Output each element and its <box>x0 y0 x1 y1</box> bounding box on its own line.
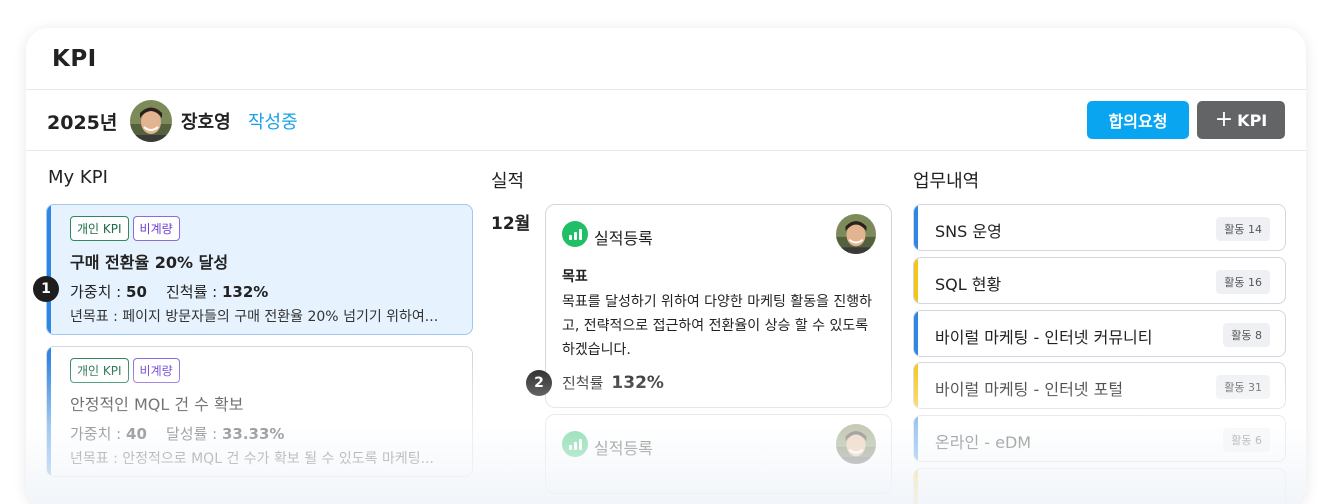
work-item-label: SQL 현황 <box>935 275 1002 294</box>
weight-value: 50 <box>126 283 147 301</box>
kpi-card[interactable]: 개인 KPI 비계량 안정적인 MQL 건 수 확보 가중치 : 40 달성률 … <box>46 346 473 477</box>
activity-count-badge: 활동 16 <box>1216 270 1270 294</box>
request-agreement-label: 합의요청 <box>1108 112 1168 131</box>
progress-value: 132% <box>221 283 269 301</box>
weight-value: 40 <box>126 425 147 443</box>
work-item[interactable]: SNS 운영 활동 14 <box>913 204 1286 251</box>
work-item[interactable]: 바이럴 마케팅 - 인터넷 포털 활동 31 <box>913 362 1286 409</box>
bar-chart-icon <box>562 221 588 247</box>
work-item-accent <box>914 363 918 408</box>
kpi-card-accent <box>47 347 51 476</box>
performance-avatar <box>836 424 876 464</box>
performance-progress-label: 진척률 <box>562 374 604 392</box>
info-bar: 2025년 장호영 작성중 합의요청 + KPI <box>26 90 1306 151</box>
kpi-card[interactable]: 개인 KPI 비계량 구매 전환율 20% 달성 가중치 : 50 진척률 : … <box>46 204 473 335</box>
progress-label: 진척률 : <box>165 283 218 301</box>
work-item[interactable]: 바이럴 마케팅 - 인터넷 커뮤니티 활동 8 <box>913 310 1286 357</box>
kpi-type-tag: 개인 KPI <box>70 216 129 241</box>
work-item-label: SNS 운영 <box>935 222 1002 241</box>
kpi-window: KPI 2025년 장호영 작성중 합의요청 + KPI My KPI 개인 K… <box>26 28 1306 504</box>
activity-count-badge: 활동 14 <box>1216 217 1270 241</box>
activity-count-badge: 활동 31 <box>1216 375 1270 399</box>
work-item-accent <box>914 311 918 356</box>
goal-text: 목표를 달성하기 위하여 다양한 마케팅 활동을 진행하고, 전략적으로 접근하… <box>562 294 873 358</box>
work-item-accent <box>914 469 918 504</box>
work-item-accent <box>914 205 918 250</box>
work-item-label: 온라인 - eDM <box>935 433 1032 452</box>
kpi-title: 안정적인 MQL 건 수 확보 <box>70 395 244 414</box>
kpi-type-tag: 개인 KPI <box>70 358 129 383</box>
request-agreement-button[interactable]: 합의요청 <box>1087 101 1189 139</box>
kpi-measure-tag: 비계량 <box>132 358 180 383</box>
work-item[interactable]: 온라인 - eDM 활동 6 <box>913 415 1286 462</box>
kpi-card-accent <box>47 205 51 334</box>
work-item-label: 바이럴 마케팅 - 인터넷 포털 <box>935 380 1124 399</box>
kpi-tags: 개인 KPI 비계량 <box>70 216 180 241</box>
work-item-accent <box>914 258 918 303</box>
add-kpi-label: KPI <box>1237 110 1268 130</box>
kpi-goal: 년목표 : 페이지 방문자들의 구매 전환율 20% 넘기기 위하여... <box>70 309 439 325</box>
user-name: 장호영 <box>181 112 231 133</box>
performance-title: 실적 <box>491 171 525 192</box>
work-item[interactable] <box>913 468 1286 504</box>
weight-label: 가중치 : <box>70 425 122 443</box>
step-marker-1: 1 <box>33 276 59 302</box>
work-item-label: 바이럴 마케팅 - 인터넷 커뮤니티 <box>935 328 1153 347</box>
year-label: 2025년 <box>47 112 118 134</box>
work-item-accent <box>914 416 918 461</box>
performance-card[interactable]: 실적등록 <box>545 414 892 494</box>
add-kpi-button[interactable]: + KPI <box>1197 101 1285 139</box>
progress-label: 달성률 : <box>165 425 218 443</box>
status-text: 작성중 <box>248 112 298 133</box>
user-avatar <box>130 100 172 142</box>
kpi-title: 구매 전환율 20% 달성 <box>70 253 229 272</box>
kpi-measure-tag: 비계량 <box>132 216 180 241</box>
plus-icon: + <box>1214 107 1234 132</box>
progress-value: 33.33% <box>221 425 285 443</box>
activity-count-badge: 활동 6 <box>1223 428 1270 452</box>
weight-label: 가중치 : <box>70 283 122 301</box>
kpi-goal: 년목표 : 안정적으로 MQL 건 수가 확보 될 수 있도록 마케팅... <box>70 451 434 467</box>
step-marker-2: 2 <box>526 370 552 396</box>
kpi-tags: 개인 KPI 비계량 <box>70 358 180 383</box>
bar-chart-icon <box>562 431 588 457</box>
performance-heading: 실적등록 <box>594 439 653 458</box>
performance-progress: 진척률 132% <box>562 372 664 393</box>
activity-count-badge: 활동 8 <box>1223 323 1270 347</box>
performance-card[interactable]: 실적등록 목표 목표를 달성하기 위하여 다양한 마케팅 활동을 진행하고, 전… <box>545 204 892 408</box>
performance-heading: 실적등록 <box>594 229 653 248</box>
goal-label: 목표 <box>562 269 588 285</box>
performance-progress-value: 132% <box>611 373 664 393</box>
month-label: 12월 <box>491 214 531 234</box>
kpi-meta: 가중치 : 50 진척률 : 132% <box>70 281 268 302</box>
work-item[interactable]: SQL 현황 활동 16 <box>913 257 1286 304</box>
kpi-meta: 가중치 : 40 달성률 : 33.33% <box>70 423 284 444</box>
my-kpi-title: My KPI <box>48 167 108 188</box>
title-bar: KPI <box>26 28 1306 90</box>
work-history-title: 업무내역 <box>913 171 980 192</box>
page-title: KPI <box>52 45 97 72</box>
performance-avatar <box>836 214 876 254</box>
